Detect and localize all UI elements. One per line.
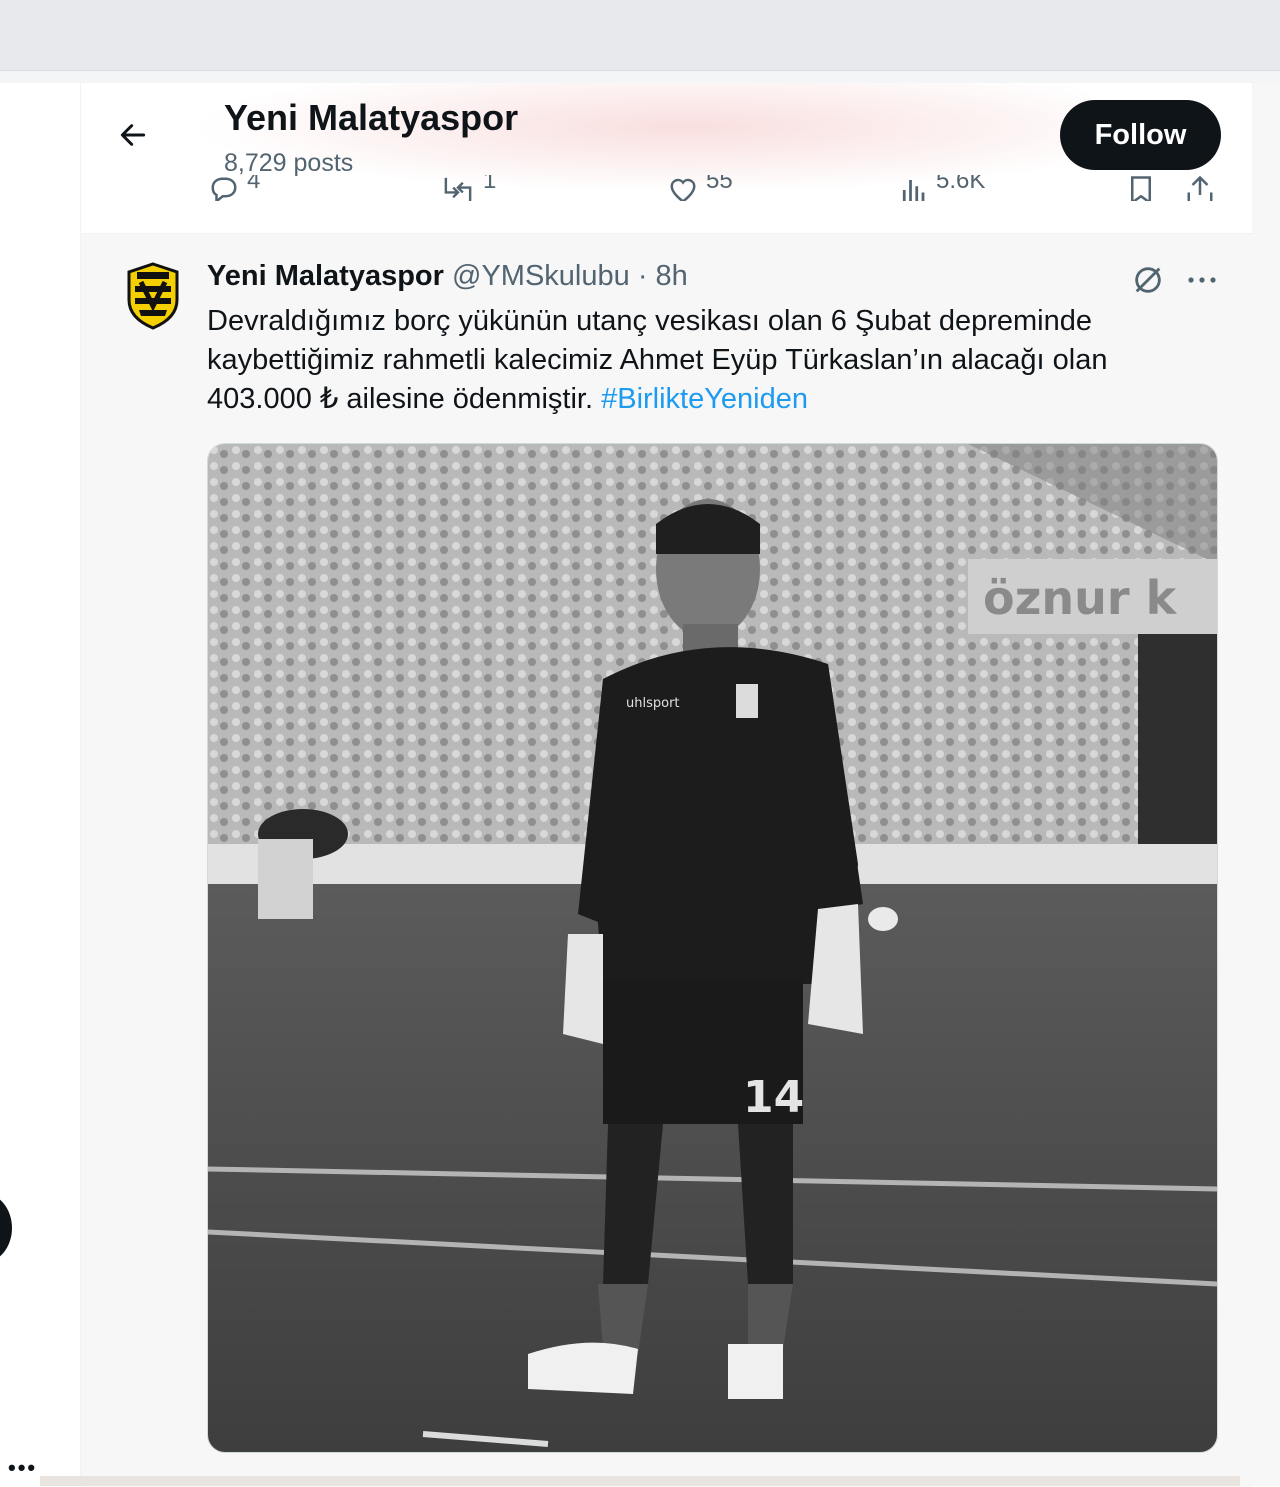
tweet-text-line-1: Devraldığımız borç yükünün utanç vesikas…: [207, 305, 1092, 337]
tweet-text-line-2: kaybettiğimiz rahmetli kalecimiz Ahmet E…: [207, 344, 1108, 376]
tweet-separator: ·: [637, 260, 648, 292]
share-button[interactable]: [1185, 175, 1215, 201]
share-icon: [1187, 175, 1213, 201]
compose-post-button[interactable]: [0, 1193, 12, 1263]
tweet-media-photo[interactable]: öznur k uhlsport 14: [207, 443, 1218, 1453]
like-icon: [670, 178, 696, 201]
back-arrow-icon: [120, 124, 146, 146]
sidebar-more-button[interactable]: •••: [8, 1455, 37, 1481]
reply-icon: [211, 177, 237, 201]
tweet-card[interactable]: Yeni Malatyaspor @YMSkulubu · 8h Devrald…: [81, 233, 1252, 1487]
browser-tab-bar: [0, 0, 1280, 70]
grok-icon: [1135, 267, 1161, 293]
stadium-banner-text: öznur k: [983, 571, 1178, 625]
tweet-header: Yeni Malatyaspor @YMSkulubu · 8h: [207, 260, 688, 293]
reply-button[interactable]: 4: [209, 175, 260, 201]
repost-icon: [444, 177, 472, 201]
views-button[interactable]: 5.6K: [898, 175, 985, 201]
posts-count: 8,729 posts: [224, 149, 354, 177]
goalkeeper-photo: öznur k uhlsport 14: [208, 444, 1217, 1452]
grok-button[interactable]: [1128, 260, 1168, 300]
tweet-text-line-3-body: 403.000 ₺ ailesine ödenmiştir.: [207, 383, 594, 415]
club-crest-icon: [127, 262, 179, 330]
reply-count: 4: [247, 175, 261, 194]
right-sidebar-edge: [1251, 82, 1280, 1486]
previous-post-action-bar: 4 1 55 5.6K: [81, 175, 1252, 201]
tweet-text: Devraldığımız borç yükünün utanç vesikas…: [207, 302, 1217, 419]
bottom-edge-strip: [40, 1476, 1240, 1486]
hashtag-link[interactable]: #BirlikteYeniden: [601, 383, 808, 415]
profile-title: Yeni Malatyaspor: [224, 97, 519, 138]
more-options-button[interactable]: [1182, 260, 1222, 300]
browser-toolbar-divider: [0, 70, 1280, 83]
tweet-text-line-3: 403.000 ₺ ailesine ödenmiştir. #Birlikte…: [207, 380, 1217, 419]
bookmark-icon: [1131, 176, 1151, 201]
views-count: 5.6K: [936, 175, 986, 194]
back-button[interactable]: [111, 113, 155, 157]
tweet-timestamp[interactable]: 8h: [656, 260, 688, 292]
follow-button[interactable]: Follow: [1060, 100, 1221, 170]
main-column: Yeni Malatyaspor 8,729 posts Follow 4 1 …: [81, 83, 1252, 1487]
more-icon: [1188, 277, 1216, 283]
shirt-brand-text: uhlsport: [626, 696, 680, 711]
left-sidebar: •••: [0, 83, 81, 1486]
tweet-author-handle[interactable]: @YMSkulubu: [452, 260, 630, 292]
repost-count: 1: [483, 175, 497, 194]
tweet-author-name[interactable]: Yeni Malatyaspor: [207, 260, 444, 292]
repost-button[interactable]: 1: [441, 175, 496, 201]
like-button[interactable]: 55: [668, 175, 733, 201]
profile-header: Yeni Malatyaspor 8,729 posts Follow 4 1 …: [81, 83, 1252, 233]
shorts-number-text: 14: [743, 1072, 804, 1123]
views-icon: [902, 180, 925, 201]
like-count: 55: [706, 175, 733, 194]
bookmark-button[interactable]: [1126, 175, 1156, 201]
avatar[interactable]: [125, 262, 181, 330]
